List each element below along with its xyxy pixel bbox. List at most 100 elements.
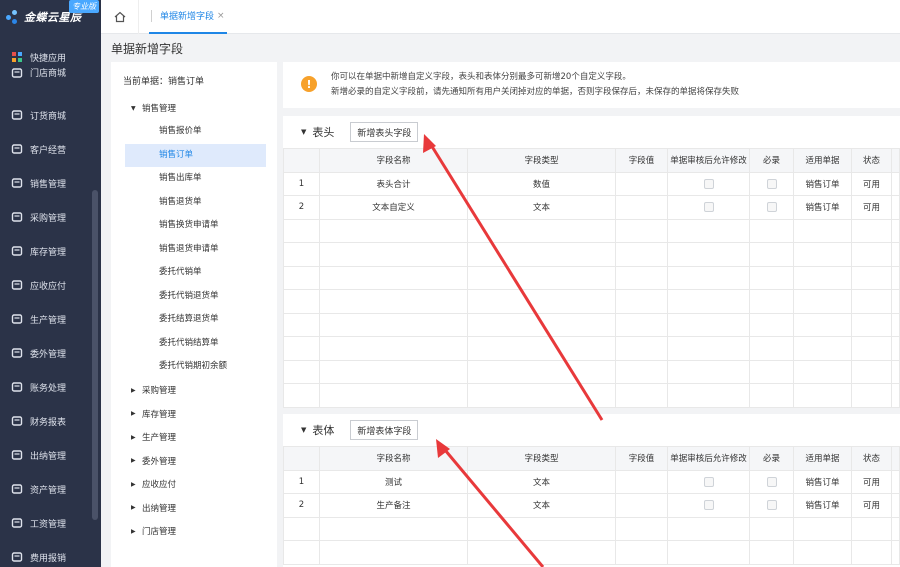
empty-cell: [891, 242, 900, 267]
logo-mark-icon: [6, 9, 22, 25]
empty-cell: [851, 359, 892, 384]
table-row[interactable]: 2 文本自定义 文本 销售订单 可用: [283, 195, 900, 220]
logo[interactable]: 金蝶云星辰 专业版: [0, 0, 101, 34]
sidebar-item[interactable]: 生产管理: [0, 302, 101, 336]
tree-group[interactable]: ▶ 出纳管理: [131, 502, 176, 514]
sidebar-item[interactable]: 应收应付: [0, 268, 101, 302]
field-name-cell[interactable]: 测试: [319, 469, 468, 494]
status-cell: 可用: [851, 171, 892, 196]
empty-cell: [283, 242, 320, 267]
table-row[interactable]: 1 测试 文本 销售订单 可用: [283, 469, 900, 494]
empty-cell: [891, 336, 900, 361]
tree-leaf[interactable]: 委托结算退货单: [125, 308, 266, 331]
allow-edit-checkbox[interactable]: [703, 202, 714, 212]
sidebar-item[interactable]: 财务报表: [0, 404, 101, 438]
empty-cell: [667, 383, 750, 408]
home-button[interactable]: [101, 0, 139, 34]
empty-cell: [667, 218, 750, 243]
allow-edit-checkbox[interactable]: [703, 476, 714, 487]
empty-cell: [891, 359, 900, 384]
allow-edit-cell: [667, 469, 750, 494]
field-name-cell[interactable]: 生产备注: [319, 493, 468, 518]
field-name-cell[interactable]: 文本自定义: [319, 195, 468, 220]
empty-cell: [615, 516, 668, 541]
required-checkbox[interactable]: [766, 476, 777, 487]
empty-cell: [749, 540, 794, 565]
table-row: [283, 312, 900, 337]
field-value-cell: [615, 171, 668, 196]
tree-leaf[interactable]: 销售报价单: [125, 120, 266, 143]
sidebar-item[interactable]: 资产管理: [0, 472, 101, 506]
caret-right-icon: ▶: [131, 433, 136, 441]
sidebar-scrollbar[interactable]: [92, 190, 98, 520]
allow-edit-checkbox[interactable]: [703, 500, 714, 510]
required-checkbox[interactable]: [766, 202, 777, 212]
sidebar-item[interactable]: 费用报销: [0, 540, 101, 567]
empty-cell: [283, 265, 320, 290]
tree-leaf[interactable]: 委托代销退货单: [125, 285, 266, 308]
empty-cell: [615, 265, 668, 290]
tree-leaf[interactable]: 委托代销结算单: [125, 332, 266, 355]
sidebar-item-label: 客户经营: [30, 145, 67, 156]
sidebar-item[interactable]: 出纳管理: [0, 438, 101, 472]
sidebar-item[interactable]: 门店商城: [0, 66, 101, 82]
tree-leaf[interactable]: 委托代销期初余额: [125, 355, 266, 378]
home-icon: [114, 11, 125, 22]
ledger-icon: [10, 381, 23, 394]
empty-cell: [467, 265, 616, 290]
empty-cell: [615, 383, 668, 408]
required-checkbox[interactable]: [766, 500, 777, 510]
tree-leaf[interactable]: 委托代销单: [125, 261, 266, 284]
sidebar-item[interactable]: 委外管理: [0, 336, 101, 370]
tree-group[interactable]: ▶ 委外管理: [131, 455, 176, 467]
field-type-cell: 文本: [467, 469, 616, 494]
sidebar-item-label: 生产管理: [30, 315, 67, 326]
tree-group[interactable]: ▶ 库存管理: [131, 408, 176, 420]
sidebar-item[interactable]: 账务处理: [0, 370, 101, 404]
empty-cell: [793, 265, 852, 290]
extra-cell: [891, 171, 900, 196]
sidebar-item[interactable]: 客户经营: [0, 132, 101, 166]
report-icon: [10, 415, 23, 428]
tree-group[interactable]: ▶ 采购管理: [131, 384, 176, 396]
scope-cell: 销售订单: [793, 493, 852, 518]
sidebar-item[interactable]: 订货商城: [0, 98, 101, 132]
section-title: 表体: [312, 424, 335, 437]
tree-leaf[interactable]: 销售退货单: [125, 191, 266, 214]
sidebar-item-label: 快捷应用: [30, 53, 67, 64]
tab-close-icon[interactable]: ×: [217, 11, 225, 21]
tree-group-sales[interactable]: ▼ 销售管理: [131, 102, 176, 114]
allow-edit-checkbox[interactable]: [703, 178, 714, 189]
tree-leaf[interactable]: 销售出库单: [125, 167, 266, 190]
empty-cell: [749, 336, 794, 361]
empty-cell: [749, 312, 794, 337]
tree-leaf[interactable]: 销售订单: [125, 143, 266, 167]
add-body-field-button[interactable]: 新增表体字段: [350, 420, 419, 440]
caret-down-icon[interactable]: ▼: [301, 128, 306, 136]
sidebar-item[interactable]: 库存管理: [0, 234, 101, 268]
empty-cell: [891, 289, 900, 314]
caret-right-icon: ▶: [131, 527, 136, 535]
field-name-cell[interactable]: 表头合计: [319, 171, 468, 196]
required-cell: [749, 469, 794, 494]
empty-cell: [851, 265, 892, 290]
tab-field-add[interactable]: 单据新增字段 ×: [149, 0, 227, 34]
tree-leaf[interactable]: 销售退货申请单: [125, 238, 266, 261]
column-header: [283, 148, 320, 173]
sidebar-item[interactable]: 工资管理: [0, 506, 101, 540]
tree-group[interactable]: ▶ 应收应付: [131, 478, 176, 490]
tree-group-label: 门店管理: [142, 527, 177, 537]
tree-group[interactable]: ▶ 门店管理: [131, 525, 176, 537]
table-row[interactable]: 1 表头合计 数值 销售订单 可用: [283, 171, 900, 196]
required-checkbox[interactable]: [766, 178, 777, 189]
sidebar-item[interactable]: 采购管理: [0, 200, 101, 234]
sidebar-item-label: 库存管理: [30, 247, 67, 258]
sidebar-item[interactable]: 销售管理: [0, 166, 101, 200]
tree-group[interactable]: ▶ 生产管理: [131, 431, 176, 443]
sidebar-item[interactable]: 快捷应用: [0, 48, 101, 66]
add-header-field-button[interactable]: 新增表头字段: [350, 122, 419, 142]
caret-down-icon[interactable]: ▼: [301, 426, 306, 434]
caret-right-icon: ▶: [131, 410, 136, 417]
tree-leaf[interactable]: 销售换货申请单: [125, 214, 266, 237]
table-row[interactable]: 2 生产备注 文本 销售订单 可用: [283, 493, 900, 518]
